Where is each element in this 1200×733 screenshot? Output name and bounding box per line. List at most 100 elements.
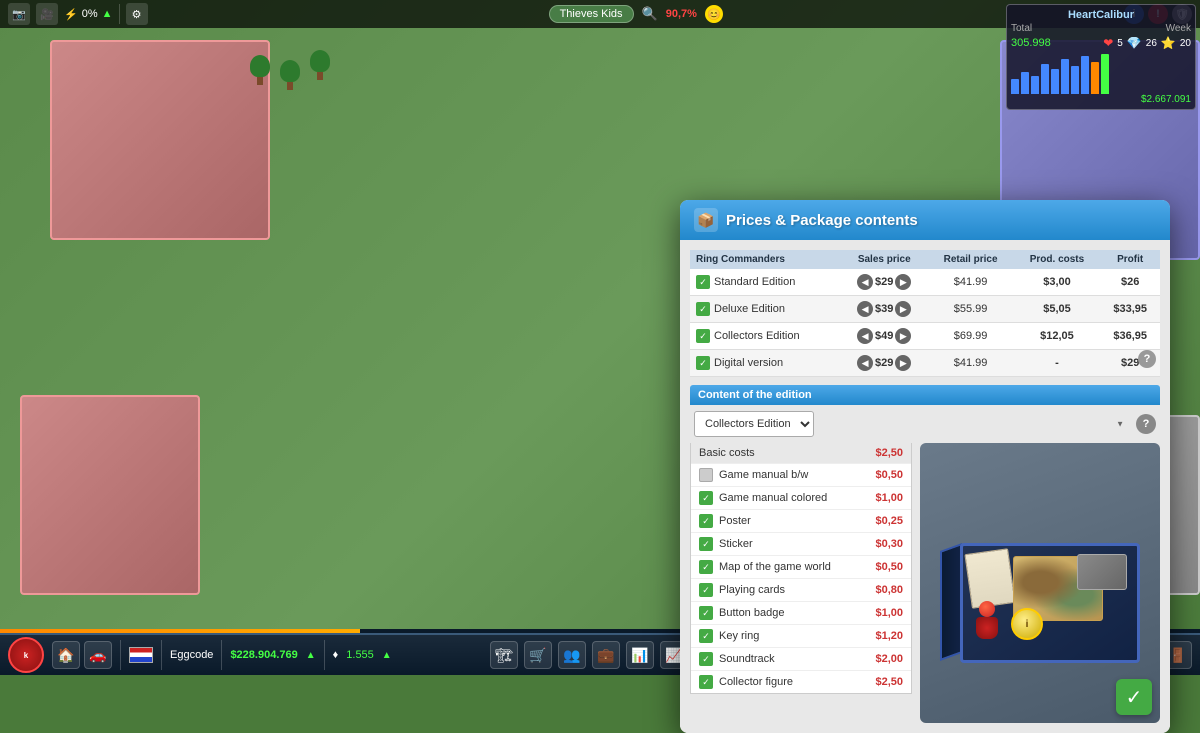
item-check-0[interactable]: [699, 468, 713, 482]
inc-btn-3[interactable]: ▶: [895, 355, 911, 371]
retail-1: $55.99: [928, 296, 1014, 323]
energy-section: ⚡ 0% ▲: [64, 8, 113, 21]
bar-6: [1061, 59, 1069, 94]
prod-cost-0: $3,00: [1014, 269, 1101, 296]
dec-btn-0[interactable]: ◀: [857, 274, 873, 290]
check-1: ✓: [696, 302, 710, 316]
content-help-button[interactable]: ?: [1136, 414, 1156, 434]
divider-bottom-3: [221, 640, 222, 670]
table-row: ✓ Collectors Edition ◀ $49 ▶ $69.99: [690, 323, 1160, 350]
item-name-0: Game manual b/w: [719, 469, 875, 481]
money-arrow: ▲: [306, 650, 316, 661]
bar-2: [1021, 72, 1029, 94]
tree-1: [250, 55, 270, 85]
list-item: ✓ Soundtrack $2,00: [691, 648, 911, 671]
divider-bottom-2: [161, 640, 162, 670]
dec-btn-2[interactable]: ◀: [857, 328, 873, 344]
search-icon[interactable]: 🔍: [642, 6, 658, 22]
bar-8: [1081, 56, 1089, 94]
bottom-icon-1[interactable]: 🏠: [52, 641, 80, 669]
item-check-8[interactable]: ✓: [699, 652, 713, 666]
fans-value: 1.555: [346, 649, 374, 661]
bottom-icons-left: 🏠 🚗: [52, 641, 112, 669]
bottom-icon-2[interactable]: 🚗: [84, 641, 112, 669]
tree-2: [280, 60, 300, 90]
inc-btn-1[interactable]: ▶: [895, 301, 911, 317]
profit-1: $33,95: [1100, 296, 1160, 323]
bottom-money: $228.904.769: [230, 649, 297, 661]
package-box: i: [940, 503, 1140, 663]
edition-select[interactable]: Collectors Edition: [694, 411, 814, 437]
settings-icon[interactable]: ⚙: [126, 3, 148, 25]
list-item: ✓ Key ring $1,20: [691, 625, 911, 648]
divider-bottom-4: [324, 640, 325, 670]
item-check-9[interactable]: ✓: [699, 675, 713, 689]
package-panel: i ✓: [920, 443, 1160, 723]
list-item: Game manual b/w $0,50: [691, 464, 911, 487]
bar-9: [1091, 62, 1099, 94]
prod-cost-1: $5,05: [1014, 296, 1101, 323]
item-check-5[interactable]: ✓: [699, 583, 713, 597]
screenshot-icon[interactable]: 📷: [8, 3, 30, 25]
top-bar-center: Thieves Kids 🔍 90,7% 😊: [154, 5, 1119, 23]
company-logo: k: [8, 637, 44, 673]
hud-bar-chart: [1011, 54, 1191, 94]
divider-1: [119, 4, 120, 24]
col-prod-costs: Prod. costs: [1014, 250, 1101, 269]
box-side: [940, 543, 962, 661]
check-3: ✓: [696, 356, 710, 370]
dec-btn-1[interactable]: ◀: [857, 301, 873, 317]
energy-arrow: ▲: [102, 8, 113, 20]
profit-0: $26: [1100, 269, 1160, 296]
dialog-container: 📦 Prices & Package contents ? Ring Comma…: [680, 200, 1170, 733]
basic-costs-label: Basic costs: [699, 447, 875, 459]
item-check-3[interactable]: ✓: [699, 537, 713, 551]
flag-icon: [129, 647, 153, 663]
retail-0: $41.99: [928, 269, 1014, 296]
inc-btn-0[interactable]: ▶: [895, 274, 911, 290]
fans-icon: ♦: [333, 649, 339, 661]
check-2: ✓: [696, 329, 710, 343]
retail-3: $41.99: [928, 350, 1014, 377]
edition-name-0: ✓ Standard Edition: [690, 269, 841, 296]
satisfaction-value: 90,7%: [666, 8, 697, 20]
bar-4: [1041, 64, 1049, 94]
camera-icon[interactable]: 🎥: [36, 3, 58, 25]
item-check-1[interactable]: ✓: [699, 491, 713, 505]
figure-body: [976, 617, 998, 639]
table-row: ✓ Deluxe Edition ◀ $39 ▶ $55.99: [690, 296, 1160, 323]
item-check-2[interactable]: ✓: [699, 514, 713, 528]
table-row: ✓ Digital version ◀ $29 ▶ $41.99: [690, 350, 1160, 377]
dec-btn-3[interactable]: ◀: [857, 355, 873, 371]
dialog-title: Prices & Package contents: [726, 212, 918, 229]
content-label: Content of the edition: [690, 385, 1160, 405]
band-name: Thieves Kids: [560, 8, 623, 20]
dialog-body: ? Ring Commanders Sales price Retail pri…: [680, 240, 1170, 733]
hud-week-label: Week: [1166, 23, 1191, 34]
dialog-header: 📦 Prices & Package contents: [680, 200, 1170, 240]
energy-icon: ⚡: [64, 8, 78, 21]
confirm-button[interactable]: ✓: [1116, 679, 1152, 715]
content-section: Content of the edition Collectors Editio…: [690, 385, 1160, 723]
item-check-6[interactable]: ✓: [699, 606, 713, 620]
hud-count-1: 5: [1117, 38, 1123, 49]
shop-icon[interactable]: 🛒: [524, 641, 552, 669]
item-check-4[interactable]: ✓: [699, 560, 713, 574]
build-icon[interactable]: 🏗: [490, 641, 518, 669]
hud-total-label: Total: [1011, 23, 1032, 34]
hud-total-money: $2.667.091: [1011, 94, 1191, 105]
briefcase-icon[interactable]: 💼: [592, 641, 620, 669]
manual-graphic: [964, 548, 1015, 609]
inc-btn-2[interactable]: ▶: [895, 328, 911, 344]
bar-1: [1011, 79, 1019, 94]
prices-table: Ring Commanders Sales price Retail price…: [690, 250, 1160, 377]
people-icon[interactable]: 👥: [558, 641, 586, 669]
item-cost-0: $0,50: [875, 469, 903, 481]
col-sales-price: Sales price: [841, 250, 928, 269]
chart-icon[interactable]: 📊: [626, 641, 654, 669]
dialog-header-icon: 📦: [694, 208, 718, 232]
help-button[interactable]: ?: [1138, 350, 1156, 368]
hud-count-2: 26: [1146, 38, 1157, 49]
item-check-7[interactable]: ✓: [699, 629, 713, 643]
list-item: ✓ Button badge $1,00: [691, 602, 911, 625]
